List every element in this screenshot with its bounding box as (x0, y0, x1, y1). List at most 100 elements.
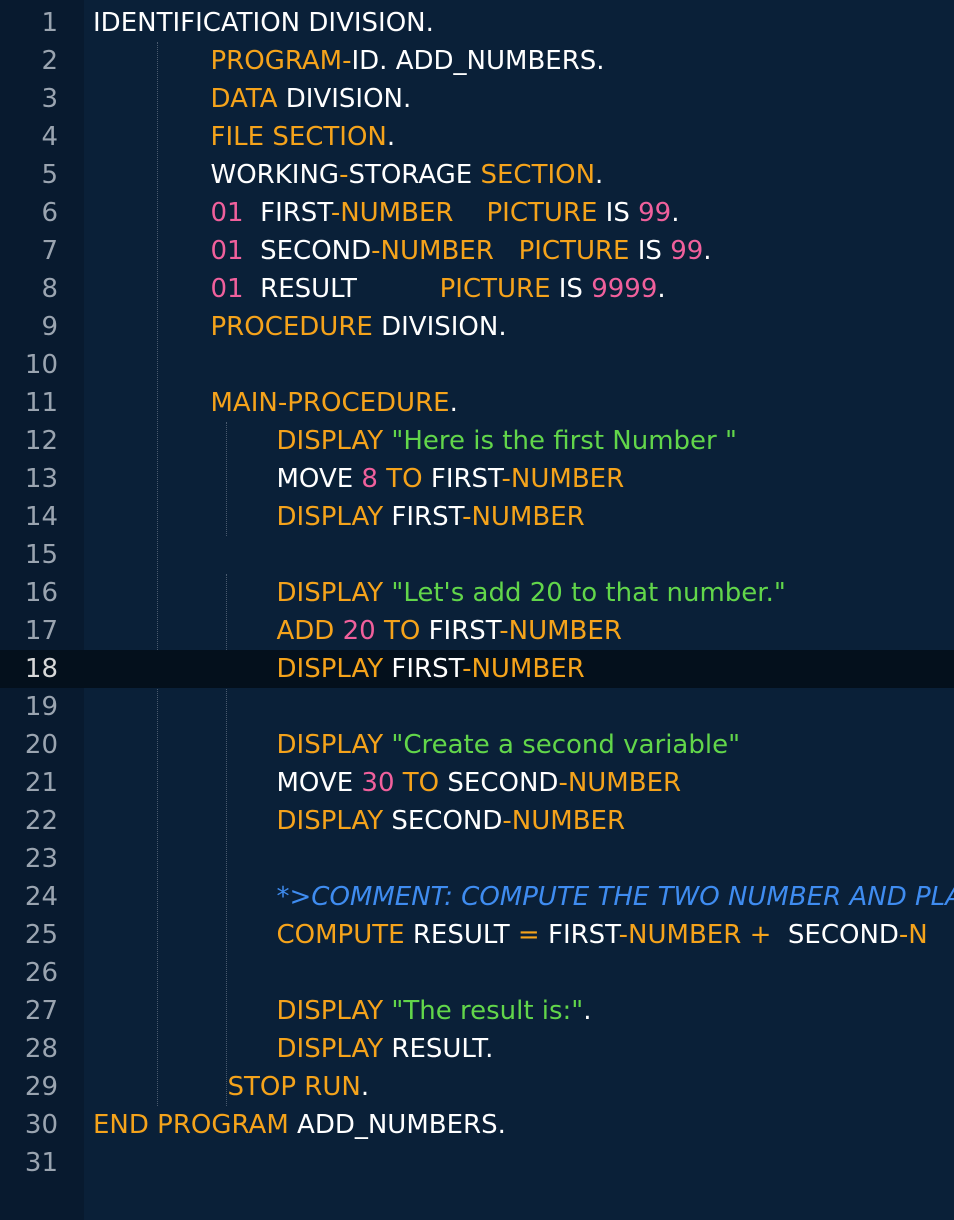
code-token: PICTURE (518, 236, 630, 266)
code-text[interactable]: END PROGRAM ADD_NUMBERS. (93, 1106, 506, 1144)
code-text[interactable]: 01 SECOND-NUMBER PICTURE IS 99. (211, 232, 712, 270)
code-line[interactable]: 20 DISPLAY "Create a second variable" (0, 726, 954, 764)
code-text[interactable]: 01 RESULT PICTURE IS 9999. (211, 270, 666, 308)
code-token: . (595, 160, 604, 190)
line-number: 13 (24, 464, 58, 494)
code-token: SECOND (383, 806, 503, 836)
line-number: 17 (24, 616, 58, 646)
code-token: DISPLAY (276, 426, 384, 456)
code-token: DATA (210, 84, 278, 114)
code-line[interactable]: 14 DISPLAY FIRST-NUMBER (0, 498, 954, 536)
code-token: "The result is:" (391, 996, 584, 1026)
code-line[interactable]: 2 PROGRAM-ID. ADD_NUMBERS. (0, 42, 954, 80)
code-line[interactable]: 23 (0, 840, 954, 878)
code-token: FIRST (383, 502, 463, 532)
code-line[interactable]: 31 (0, 1144, 954, 1182)
code-token: -NUMBER (502, 806, 626, 836)
code-line[interactable]: 27 DISPLAY "The result is:". (0, 992, 954, 1030)
code-token: ADD_NUMBERS. (288, 1110, 506, 1140)
code-token: MAIN (210, 388, 278, 418)
code-text[interactable]: IDENTIFICATION DIVISION. (93, 4, 434, 42)
code-text[interactable]: MOVE 30 TO SECOND-NUMBER (277, 764, 682, 802)
code-text[interactable]: *>COMMENT: COMPUTE THE TWO NUMBER AND PL… (277, 878, 954, 916)
code-token: "Create a second variable" (391, 730, 741, 760)
code-line[interactable]: 13 MOVE 8 TO FIRST-NUMBER (0, 460, 954, 498)
code-text[interactable]: DATA DIVISION. (211, 80, 412, 118)
code-line[interactable]: 9 PROCEDURE DIVISION. (0, 308, 954, 346)
code-token: FIRST (383, 654, 463, 684)
code-text[interactable]: 01 FIRST-NUMBER PICTURE IS 99. (211, 194, 680, 232)
code-line[interactable]: 6 01 FIRST-NUMBER PICTURE IS 99. (0, 194, 954, 232)
code-line[interactable]: 4 FILE SECTION. (0, 118, 954, 156)
code-line[interactable]: 5 WORKING-STORAGE SECTION. (0, 156, 954, 194)
line-number: 2 (41, 46, 58, 76)
code-line[interactable]: 29 STOP RUN. (0, 1068, 954, 1106)
code-token: + (749, 920, 772, 950)
code-token: -N (898, 920, 928, 950)
code-line[interactable]: 28 DISPLAY RESULT. (0, 1030, 954, 1068)
line-number: 30 (24, 1110, 58, 1140)
code-text[interactable]: DISPLAY "The result is:". (277, 992, 592, 1030)
code-token: - (277, 388, 288, 418)
code-line[interactable]: 17 ADD 20 TO FIRST-NUMBER (0, 612, 954, 650)
line-number: 21 (24, 768, 58, 798)
code-token: RUN (304, 1072, 361, 1102)
code-token: END (93, 1110, 149, 1140)
code-line[interactable]: 8 01 RESULT PICTURE IS 9999. (0, 270, 954, 308)
code-line[interactable]: 24 *>COMMENT: COMPUTE THE TWO NUMBER AND … (0, 878, 954, 916)
code-token: -NUMBER (330, 198, 454, 228)
code-text[interactable]: FILE SECTION. (211, 118, 396, 156)
code-token: SECTION (272, 122, 387, 152)
code-line[interactable]: 10 (0, 346, 954, 384)
code-text[interactable]: STOP RUN. (228, 1068, 370, 1106)
code-text[interactable]: ADD 20 TO FIRST-NUMBER (277, 612, 622, 650)
code-text[interactable]: DISPLAY "Here is the first Number " (277, 422, 737, 460)
code-token: RESULT (404, 920, 518, 950)
code-token: *>COMMENT: COMPUTE THE TWO NUMBER AND PL… (276, 882, 954, 912)
code-editor[interactable]: 1 IDENTIFICATION DIVISION. 2 PROGRAM-ID. AD… (0, 0, 954, 1220)
code-text[interactable]: PROCEDURE DIVISION. (211, 308, 507, 346)
code-line[interactable]: 22 DISPLAY SECOND-NUMBER (0, 802, 954, 840)
code-line[interactable]: 18 DISPLAY FIRST-NUMBER (0, 650, 954, 688)
code-token: -NUMBER (499, 616, 622, 646)
code-text[interactable]: DISPLAY SECOND-NUMBER (277, 802, 626, 840)
code-token: MOVE (276, 464, 362, 494)
code-text[interactable]: DISPLAY RESULT. (277, 1030, 494, 1068)
code-text[interactable]: DISPLAY "Let's add 20 to that number." (277, 574, 786, 612)
code-line[interactable]: 21 MOVE 30 TO SECOND-NUMBER (0, 764, 954, 802)
code-line[interactable]: 19 (0, 688, 954, 726)
line-number: 3 (41, 84, 58, 114)
code-text[interactable]: DISPLAY "Create a second variable" (277, 726, 741, 764)
code-text[interactable]: DISPLAY FIRST-NUMBER (277, 498, 585, 536)
code-line[interactable]: 26 (0, 954, 954, 992)
code-token: . (386, 122, 396, 152)
code-line[interactable]: 3 DATA DIVISION. (0, 80, 954, 118)
code-text[interactable]: COMPUTE RESULT = FIRST-NUMBER + SECOND-N (277, 916, 928, 954)
code-token: SECTION (480, 160, 596, 190)
code-text[interactable]: PROGRAM-ID. ADD_NUMBERS. (211, 42, 605, 80)
line-number: 16 (24, 578, 58, 608)
code-token: 99 (670, 236, 704, 266)
code-line[interactable]: 16 DISPLAY "Let's add 20 to that number." (0, 574, 954, 612)
code-text[interactable]: MOVE 8 TO FIRST-NUMBER (277, 460, 625, 498)
code-text[interactable]: WORKING-STORAGE SECTION. (211, 156, 604, 194)
code-token: RESULT. (383, 1034, 494, 1064)
code-token: TO (386, 464, 423, 494)
code-line[interactable]: 11 MAIN-PROCEDURE. (0, 384, 954, 422)
code-token: IDENTIFICATION DIVISION. (93, 8, 434, 38)
code-token: "Here is the first Number " (391, 426, 737, 456)
code-token: FIRST (539, 920, 619, 950)
code-text[interactable]: MAIN-PROCEDURE. (211, 384, 458, 422)
code-line[interactable]: 15 (0, 536, 954, 574)
code-token: 30 (361, 768, 395, 798)
code-token: DISPLAY (276, 502, 384, 532)
code-line[interactable]: 12 DISPLAY "Here is the first Number " (0, 422, 954, 460)
code-line[interactable]: 7 01 SECOND-NUMBER PICTURE IS 99. (0, 232, 954, 270)
code-line[interactable]: 30 END PROGRAM ADD_NUMBERS. (0, 1106, 954, 1144)
code-line[interactable]: 25 COMPUTE RESULT = FIRST-NUMBER + SECOND… (0, 916, 954, 954)
code-text[interactable]: DISPLAY FIRST-NUMBER (277, 650, 585, 688)
code-line[interactable]: 1 IDENTIFICATION DIVISION. (0, 4, 954, 42)
